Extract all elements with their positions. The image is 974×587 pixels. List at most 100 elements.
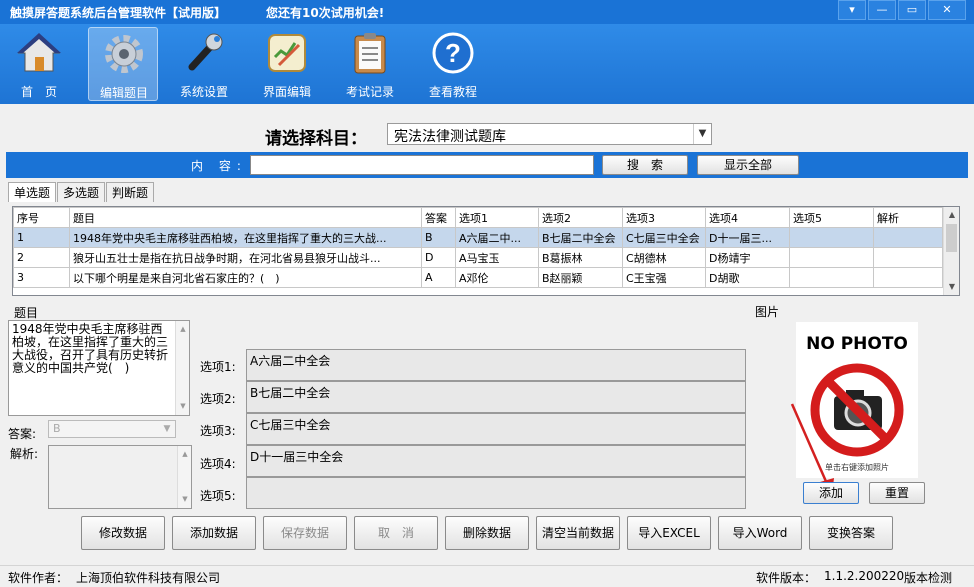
option-3-label: 选项3: — [200, 422, 236, 439]
column-header[interactable]: 选项3 — [623, 208, 706, 228]
status-bar: 软件作者： 上海顶伯软件科技有限公司 软件版本： 1.1.2.200220 版本… — [0, 565, 974, 587]
analysis-label: 解析: — [10, 445, 38, 462]
question-text-field[interactable]: 1948年党中央毛主席移驻西柏坡，在这里指挥了重大的三大战役，召开了具有历史转折… — [8, 320, 190, 416]
table-cell: 狼牙山五壮士是指在抗日战争时期，在河北省易县狼牙山战斗... — [70, 248, 422, 268]
table-scrollbar[interactable]: ▲ ▼ — [943, 207, 959, 295]
column-header[interactable]: 选项2 — [539, 208, 623, 228]
toolbar-ui-edit[interactable]: 界面编辑 — [252, 27, 322, 101]
analysis-scrollbar[interactable]: ▲▼ — [177, 446, 191, 508]
minimize-icon[interactable]: — — [868, 0, 896, 20]
option-1-label: 选项1: — [200, 358, 236, 375]
scrollbar-thumb[interactable] — [946, 224, 957, 252]
option-3-field[interactable]: C七届三中全会 — [246, 413, 746, 445]
import-excel-button[interactable]: 导入EXCEL — [627, 516, 711, 550]
toolbar-home[interactable]: 首 页 — [4, 27, 74, 101]
delete-data-button[interactable]: 删除数据 — [445, 516, 529, 550]
subject-select[interactable]: 宪法法律测试题库 ▼ — [387, 123, 712, 145]
answer-value: B — [53, 422, 61, 435]
window-title: 触摸屏答题系统后台管理软件【试用版】 — [10, 4, 226, 21]
table-cell: 2 — [14, 248, 70, 268]
toolbar-home-label: 首 页 — [4, 83, 74, 100]
toolbar-ui-edit-label: 界面编辑 — [252, 83, 322, 100]
table-cell: C王宝强 — [623, 268, 706, 288]
cancel-button[interactable]: 取 消 — [354, 516, 438, 550]
column-header[interactable]: 答案 — [422, 208, 456, 228]
option-2-label: 选项2: — [200, 390, 236, 407]
tab-true-false[interactable]: 判断题 — [106, 182, 154, 202]
table-row[interactable]: 2 狼牙山五壮士是指在抗日战争时期，在河北省易县狼牙山战斗... D A马宝玉 … — [14, 248, 943, 268]
window-controls: ▾ — ▭ ✕ — [836, 0, 966, 20]
clear-current-data-button[interactable]: 清空当前数据 — [536, 516, 620, 550]
maximize-icon[interactable]: ▭ — [898, 0, 926, 20]
option-4-field[interactable]: D十一届三中全会 — [246, 445, 746, 477]
toolbar-system-settings[interactable]: 系统设置 — [169, 27, 239, 101]
table-cell: B葛振林 — [539, 248, 623, 268]
table-cell: D十一届三... — [706, 228, 790, 248]
gear-icon — [102, 32, 146, 76]
column-header[interactable]: 序号 — [14, 208, 70, 228]
toolbar-tutorial[interactable]: ? 查看教程 — [418, 27, 488, 101]
column-header[interactable]: 题目 — [70, 208, 422, 228]
analysis-field[interactable]: ▲▼ — [48, 445, 192, 509]
chevron-down-icon: ▼ — [159, 421, 175, 437]
title-bar: 触摸屏答题系统后台管理软件【试用版】 您还有10次试用机会! ▾ — ▭ ✕ — [0, 0, 974, 24]
version-number: 1.1.2.200220 — [824, 569, 904, 583]
reset-photo-button[interactable]: 重置 — [869, 482, 925, 504]
shuffle-answers-button[interactable]: 变换答案 — [809, 516, 893, 550]
scroll-down-icon[interactable]: ▼ — [944, 279, 960, 295]
search-button[interactable]: 搜 索 — [602, 155, 688, 175]
tab-single-choice[interactable]: 单选题 — [8, 182, 56, 202]
table-cell: A — [422, 268, 456, 288]
home-icon — [17, 31, 61, 75]
table-cell: A马宝玉 — [456, 248, 539, 268]
table-row[interactable]: 3 以下哪个明星是来自河北省石家庄的？( ) A A邓伦 B赵丽颖 C王宝强 D… — [14, 268, 943, 288]
column-header[interactable]: 选项5 — [790, 208, 874, 228]
question-scrollbar[interactable]: ▲▼ — [175, 321, 189, 415]
table-cell: B赵丽颖 — [539, 268, 623, 288]
option-5-field[interactable] — [246, 477, 746, 509]
add-photo-button[interactable]: 添加 — [803, 482, 859, 504]
question-type-tabs: 单选题 多选题 判断题 — [8, 182, 155, 202]
answer-select[interactable]: B ▼ — [48, 420, 176, 438]
trial-notice: 您还有10次试用机会! — [266, 4, 384, 21]
toolbar-system-settings-label: 系统设置 — [169, 83, 239, 100]
table-cell — [874, 268, 943, 288]
column-header[interactable]: 选项1 — [456, 208, 539, 228]
search-input[interactable] — [250, 155, 594, 175]
toolbar-exam-records[interactable]: 考试记录 — [335, 27, 405, 101]
answer-label: 答案: — [8, 425, 36, 442]
subject-label: 请选择科目： — [265, 124, 367, 149]
table-cell: B七届二中全会 — [539, 228, 623, 248]
table-cell: C七届三中全会 — [623, 228, 706, 248]
close-icon[interactable]: ✕ — [928, 0, 966, 20]
table-cell — [874, 228, 943, 248]
import-word-button[interactable]: 导入Word — [718, 516, 802, 550]
table-cell: A邓伦 — [456, 268, 539, 288]
table-cell: D — [422, 248, 456, 268]
table-row[interactable]: 1 1948年党中央毛主席移驻西柏坡，在这里指挥了重大的三大战... B A六届… — [14, 228, 943, 248]
column-header[interactable]: 选项4 — [706, 208, 790, 228]
dropdown-menu-icon[interactable]: ▾ — [838, 0, 866, 20]
save-data-button[interactable]: 保存数据 — [263, 516, 347, 550]
questions-table: 序号 题目 答案 选项1 选项2 选项3 选项4 选项5 解析 1 1948年党… — [12, 206, 960, 296]
tab-multiple-choice[interactable]: 多选题 — [57, 182, 105, 202]
search-label: 内 容: — [191, 157, 247, 174]
scroll-up-icon[interactable]: ▲ — [944, 207, 960, 223]
toolbar-edit-questions[interactable]: 编辑题目 — [88, 27, 158, 101]
add-data-button[interactable]: 添加数据 — [172, 516, 256, 550]
clipboard-icon — [348, 31, 392, 75]
option-1-field[interactable]: A六届二中全会 — [246, 349, 746, 381]
help-icon: ? — [431, 31, 475, 75]
svg-text:?: ? — [445, 38, 461, 68]
table-cell: D胡歌 — [706, 268, 790, 288]
column-header[interactable]: 解析 — [874, 208, 943, 228]
table-cell: 以下哪个明星是来自河北省石家庄的？( ) — [70, 268, 422, 288]
modify-data-button[interactable]: 修改数据 — [81, 516, 165, 550]
table-cell — [790, 268, 874, 288]
show-all-button[interactable]: 显示全部 — [697, 155, 799, 175]
version-check-link[interactable]: 版本检测 — [904, 569, 952, 586]
option-2-field[interactable]: B七届二中全会 — [246, 381, 746, 413]
chevron-down-icon: ▼ — [693, 124, 711, 144]
table-cell: 3 — [14, 268, 70, 288]
table-cell — [874, 248, 943, 268]
